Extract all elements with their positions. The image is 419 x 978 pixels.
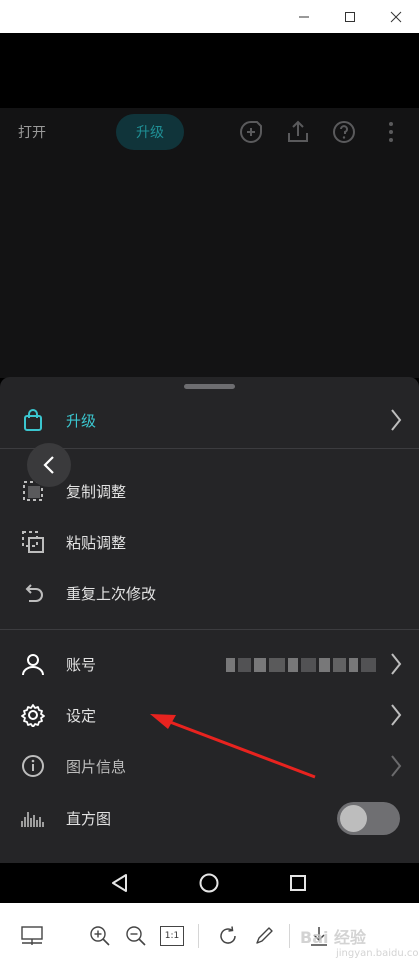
chevron-left-icon <box>43 456 54 474</box>
maximize-icon[interactable] <box>327 0 373 33</box>
open-button[interactable]: 打开 <box>18 122 46 142</box>
chevron-right-icon <box>389 407 403 433</box>
menu-item-paste-adjust[interactable]: 粘贴调整 <box>0 517 419 567</box>
help-icon[interactable] <box>330 118 358 146</box>
histogram-toggle[interactable] <box>337 802 400 835</box>
account-name-blurred <box>226 655 376 675</box>
close-icon[interactable] <box>373 0 419 33</box>
menu-item-repeat-last[interactable]: 重复上次修改 <box>0 568 419 618</box>
recents-square-icon[interactable] <box>285 870 311 896</box>
layout-icon[interactable] <box>19 923 45 949</box>
add-note-icon[interactable] <box>237 118 265 146</box>
actual-size-icon[interactable]: 1:1 <box>159 923 185 949</box>
shopping-bag-icon <box>20 407 46 433</box>
edit-pencil-icon[interactable] <box>251 923 277 949</box>
menu-item-label: 设定 <box>66 706 97 725</box>
baidu-watermark-url: jingyan.baidu.com <box>336 948 419 959</box>
chevron-right-icon <box>389 702 403 728</box>
more-vertical-icon[interactable] <box>377 118 405 146</box>
undo-arrow-icon <box>20 580 46 606</box>
menu-item-label: 粘贴调整 <box>66 533 127 552</box>
rotate-icon[interactable] <box>215 923 241 949</box>
info-icon <box>20 753 46 779</box>
zoom-out-icon[interactable] <box>123 923 149 949</box>
minimize-icon[interactable] <box>281 0 327 33</box>
back-triangle-icon[interactable] <box>107 870 133 896</box>
paste-adjust-icon <box>20 529 46 555</box>
chevron-right-icon <box>389 753 403 779</box>
toolbar-separator <box>289 924 290 948</box>
divider <box>0 629 419 630</box>
zoom-in-icon[interactable] <box>87 923 113 949</box>
menu-item-upgrade[interactable]: 升级 <box>0 395 419 445</box>
status-area <box>0 33 419 108</box>
menu-item-label: 账号 <box>66 655 97 674</box>
gear-icon <box>20 702 46 728</box>
share-upload-icon[interactable] <box>284 118 312 146</box>
actual-size-label: 1:1 <box>160 926 184 946</box>
sheet-grabber[interactable] <box>184 384 235 389</box>
menu-item-label: 直方图 <box>66 809 112 828</box>
baidu-watermark: Bai 经验 <box>300 928 367 947</box>
toolbar-separator <box>198 924 199 948</box>
person-icon <box>20 651 46 677</box>
toggle-knob <box>340 805 367 832</box>
home-circle-icon[interactable] <box>196 870 222 896</box>
app-header-scrim <box>0 108 419 378</box>
back-button[interactable] <box>27 443 71 487</box>
upgrade-pill-button[interactable]: 升级 <box>116 114 184 150</box>
menu-item-label: 复制调整 <box>66 482 127 501</box>
annotation-arrow-icon <box>150 714 316 779</box>
emulator-window: 打开 升级 升级 复制调整 粘贴调整 重复上次修改 账号 设定 图片信息 直方图… <box>0 0 419 978</box>
menu-item-label: 升级 <box>66 411 97 430</box>
menu-item-label: 重复上次修改 <box>66 584 157 603</box>
chevron-right-icon <box>389 651 403 677</box>
histogram-icon <box>20 805 46 831</box>
menu-item-label: 图片信息 <box>66 757 127 776</box>
window-titlebar <box>0 0 419 33</box>
